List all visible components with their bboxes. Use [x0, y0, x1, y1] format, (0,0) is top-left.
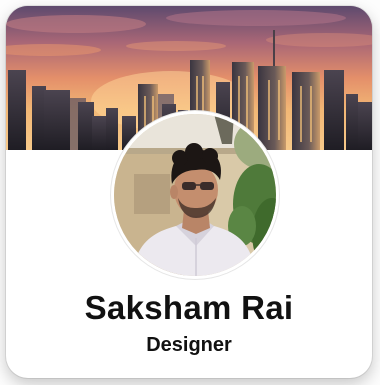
avatar: [114, 114, 276, 276]
profile-name: Saksham Rai: [84, 289, 294, 326]
profile-role: Designer: [146, 334, 232, 356]
profile-photo: [114, 114, 276, 276]
profile-card: Saksham Rai Designer: [6, 6, 372, 378]
